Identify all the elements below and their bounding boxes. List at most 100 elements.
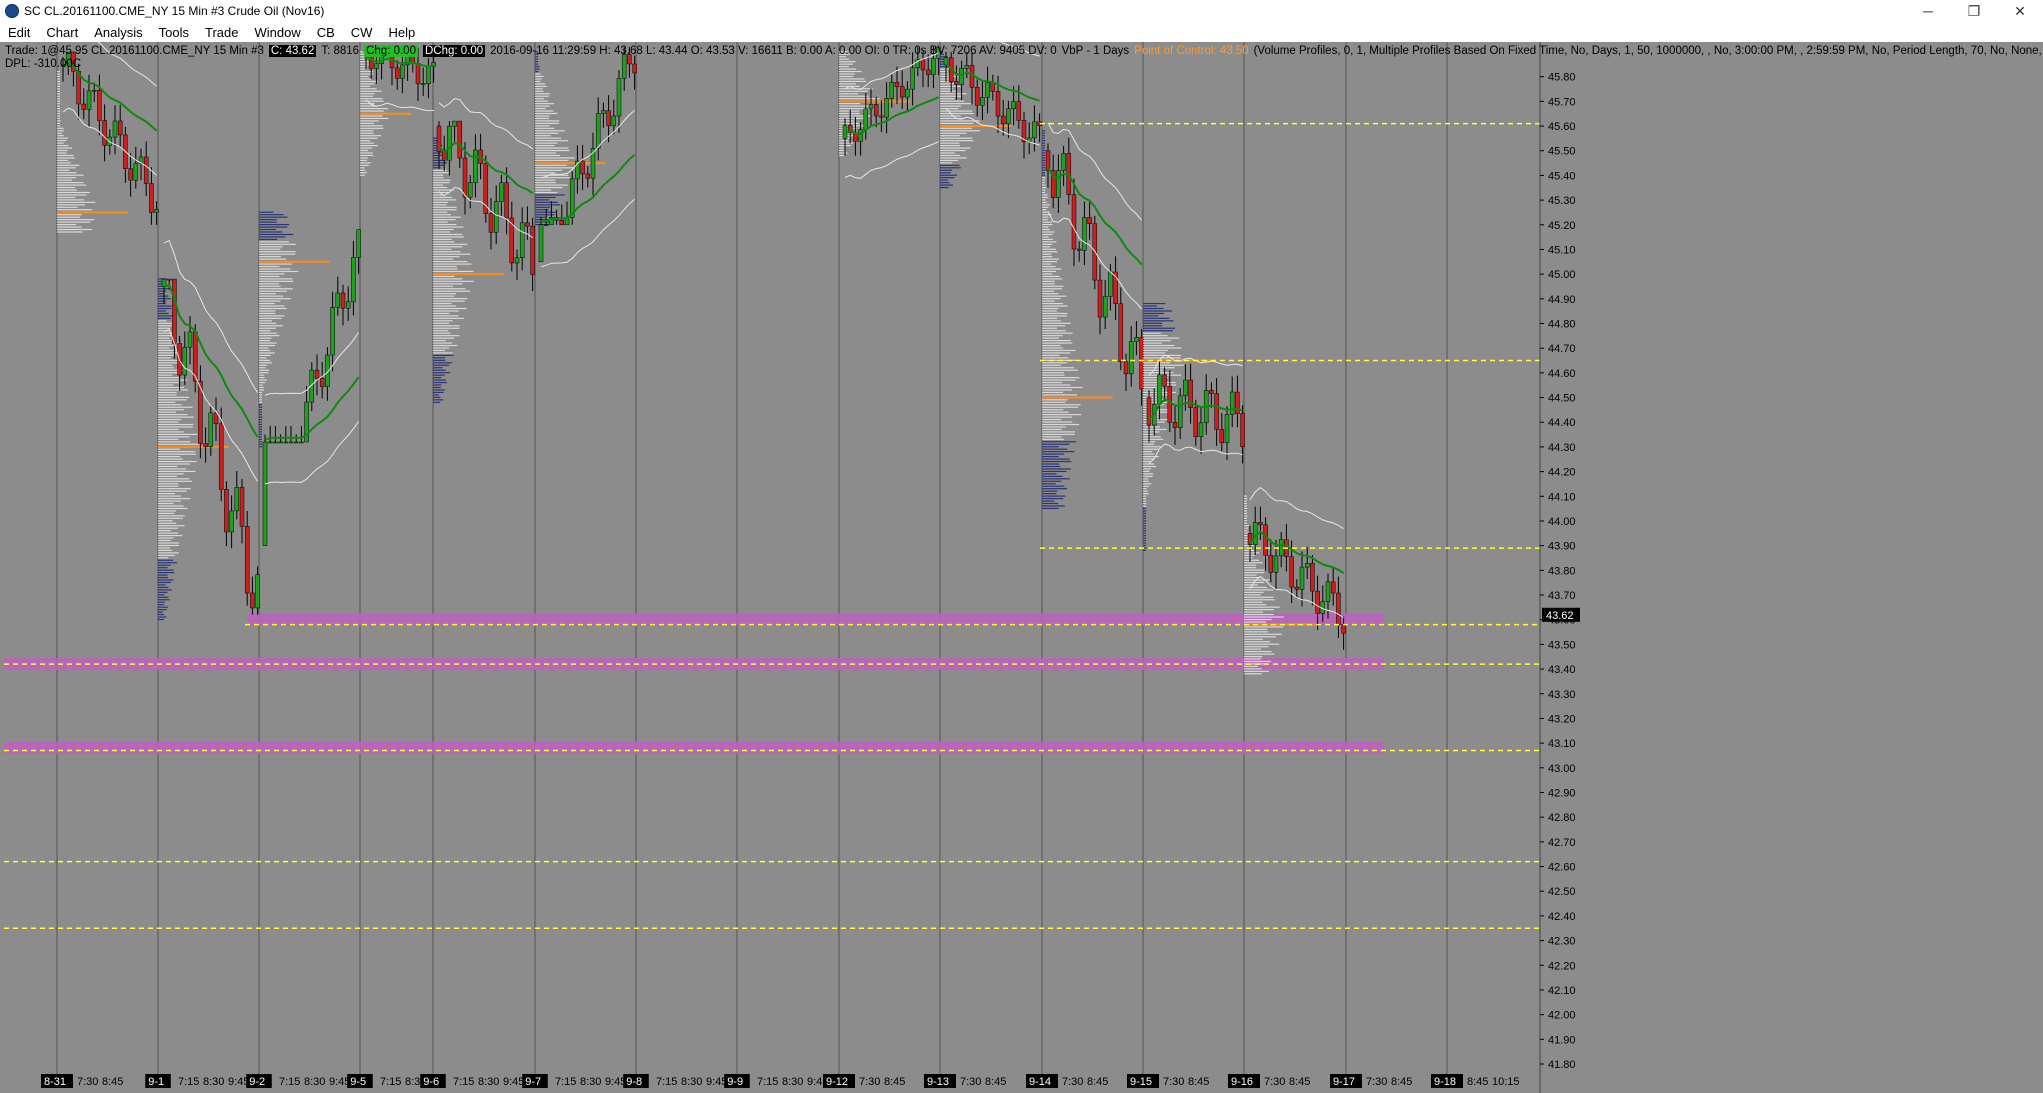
time-label: 9:45 [503,1076,524,1088]
profile-bar [535,147,569,149]
down-candle [1310,562,1315,592]
profile-bar [535,140,569,142]
profile-bar [1244,522,1247,524]
profile-bar [433,354,454,356]
price-axis-bg [1540,42,2043,1093]
up-candle [868,104,874,110]
profile-bar [433,246,463,248]
profile-bar [158,433,198,435]
profile-bar [158,567,168,569]
menu-window[interactable]: Window [246,25,308,40]
profile-bar [839,83,856,85]
profile-bar [1143,527,1146,529]
profile-bar [57,75,60,78]
profile-bar [57,142,64,144]
profile-bar [535,154,561,157]
profile-bar [535,137,562,139]
profile-bar [839,90,868,92]
profile-bar [839,105,874,107]
profile-bar [1143,473,1154,475]
time-label: 7:15 [279,1076,300,1088]
profile-bar [535,110,554,112]
profile-bar [940,142,960,144]
menu-tools[interactable]: Tools [151,25,197,40]
price-label: 43.40 [1548,664,1576,676]
profile-bar [1244,589,1274,591]
profile-bar [360,100,384,102]
menu-chart[interactable]: Chart [38,25,86,40]
profile-bar [1143,451,1153,453]
profile-bar [1042,339,1071,342]
profile-bar [259,270,299,273]
time-label: 7:15 [757,1076,778,1088]
profile-bar [839,112,860,115]
price-chart[interactable]: 45.80 45.70 45.60 45.50 45.40 45.30 45.20 45.10… [0,42,2043,1093]
profile-bar [535,152,556,154]
profile-bar [839,63,853,65]
profile-bar [1143,302,1166,305]
profile-bar [1244,626,1284,628]
profile-bar [535,80,541,83]
minimize-button[interactable]: ─ [1905,0,1951,22]
close-button[interactable]: ✕ [1997,0,2043,22]
profile-bar [433,233,463,236]
profile-bar [57,135,64,137]
price-label: 42.20 [1548,960,1576,972]
profile-bar [158,344,176,347]
profile-bar [158,515,185,517]
time-label: 8:30 [203,1076,224,1088]
profile-bar [158,601,165,603]
profile-bar [158,465,178,468]
profile-bar [259,241,289,243]
profile-bar [433,302,452,305]
profile-bar [433,377,442,379]
profile-bar [535,199,550,201]
profile-bar [1042,204,1050,206]
profile-bar [535,88,543,90]
day-label: 9-9 [727,1076,743,1088]
profile-bar [259,221,277,223]
profile-bar [158,389,188,391]
time-label: 7:15 [656,1076,677,1088]
chart-area[interactable]: 45.80 45.70 45.60 45.50 45.40 45.30 45.20 45.10… [0,42,2043,1093]
profile-bar [1143,544,1146,547]
profile-bar [1143,344,1175,347]
menu-cb[interactable]: CB [309,25,343,40]
profile-bar [259,396,262,398]
menu-cw[interactable]: CW [343,25,381,40]
menu-trade[interactable]: Trade [197,25,246,40]
profile-bar [1244,562,1263,564]
profile-bar [1042,344,1061,347]
profile-bar [158,384,174,386]
profile-bar [1143,456,1159,458]
profile-bar [1244,628,1268,630]
down-candle [974,86,980,106]
profile-bar [1143,463,1155,465]
profile-bar [158,611,163,613]
profile-bar [1042,320,1061,322]
profile-bar [360,137,378,139]
up-candle [980,97,985,106]
profile-bar [158,418,182,421]
profile-bar [158,473,184,475]
profile-bar [57,107,60,110]
restore-button[interactable]: ❐ [1951,0,1997,22]
up-candle [543,224,549,227]
up-candle [1252,522,1258,546]
menu-analysis[interactable]: Analysis [86,25,150,40]
up-candle [91,89,97,92]
profile-bar [1244,567,1256,569]
menu-edit[interactable]: Edit [0,25,38,40]
profile-bar [259,223,290,226]
profile-bar [535,179,556,181]
profile-bar [1244,500,1247,502]
profile-bar [1244,646,1269,648]
profile-bar [433,364,450,366]
profile-bar [158,416,194,418]
profile-bar [1143,480,1149,482]
up-candle [426,65,431,84]
up-candle [229,510,234,533]
profile-bar [1143,490,1148,492]
menu-help[interactable]: Help [380,25,423,40]
current-price-label: 43.62 [1546,610,1574,622]
